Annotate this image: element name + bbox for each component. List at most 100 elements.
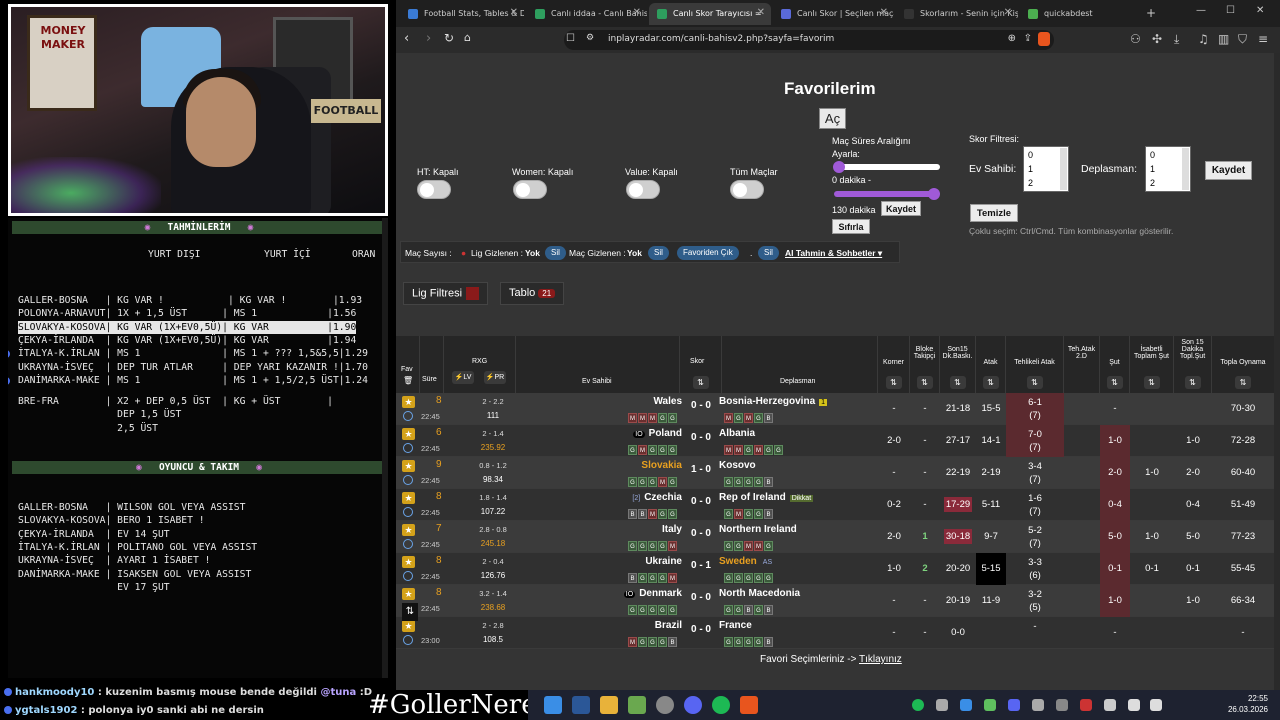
favorite-star-icon[interactable]: ★	[402, 492, 415, 504]
footer-favorites-link[interactable]: Favori Seçimleriniz -> Tıklayınız	[760, 654, 902, 665]
women-toggle[interactable]	[513, 180, 547, 199]
table-row[interactable]: ★ 8 22:45 2 - 2.2 111 Wales 0 - 0 Bosnia-Herzeg…	[396, 393, 1274, 425]
tab-close-icon[interactable]: ✕	[1004, 7, 1012, 18]
tray-icon[interactable]	[936, 699, 948, 711]
page-scrollbar[interactable]	[1274, 53, 1280, 690]
vpn-icon[interactable]: ⛉	[1238, 32, 1247, 47]
min-range-knob[interactable]	[833, 161, 845, 173]
tab-close-icon[interactable]: ✕	[510, 7, 518, 18]
tum-maclar-toggle[interactable]	[730, 180, 764, 199]
sort-topla-button[interactable]: ⇅	[1235, 376, 1251, 389]
tray-network-icon[interactable]	[1128, 699, 1140, 711]
sil-mac-button[interactable]: Sil	[648, 246, 669, 260]
sort-tehlikeli-button[interactable]: ⇅	[1026, 376, 1043, 389]
favorite-star-icon[interactable]: ★	[402, 396, 415, 408]
browser-tab[interactable]: Football Stats, Tables & D ✕	[400, 3, 524, 25]
favorite-star-icon[interactable]: ★	[402, 588, 415, 600]
menu-icon[interactable]: ≡	[1258, 32, 1268, 46]
favorite-star-icon[interactable]: ★	[402, 428, 415, 440]
tray-nvidia-icon[interactable]	[984, 699, 996, 711]
table-row[interactable]: ★ 9 22:45 0.8 - 1.2 98.34 Slovakia 1 - 0 Kosovo…	[396, 457, 1274, 489]
away-team[interactable]: Sweden AS	[719, 556, 774, 567]
brave-icon[interactable]	[740, 696, 758, 714]
home-team[interactable]: Slovakia	[641, 460, 682, 471]
tab-close-icon[interactable]: ✕	[757, 7, 765, 18]
bookmark-icon[interactable]: ☐	[566, 33, 575, 44]
clear-button[interactable]: Temizle	[970, 204, 1018, 222]
away-team[interactable]: France	[719, 620, 752, 631]
favoriden-cik-button[interactable]: Favoriden Çık	[677, 246, 739, 260]
max-range-slider[interactable]	[834, 191, 938, 197]
favorite-star-icon[interactable]: ★	[402, 524, 415, 536]
minimize-icon[interactable]: —	[1196, 5, 1206, 16]
table-row[interactable]: ★ 8 22:45 2 - 0.4 126.76 Ukraine 0 - 1 Sweden AS…	[396, 553, 1274, 585]
system-clock[interactable]: 22:55 26.03.2026	[1228, 693, 1268, 715]
browser-tab[interactable]: Skorlarım - Senin için Kişi ✕	[896, 3, 1018, 25]
sidebar-icon[interactable]: ▥	[1218, 32, 1229, 46]
home-team[interactable]: Wales	[653, 396, 682, 407]
away-score-list[interactable]: 012	[1145, 146, 1191, 192]
favorite-star-icon[interactable]: ★	[402, 460, 415, 472]
start-icon[interactable]	[544, 696, 562, 714]
value-toggle[interactable]	[626, 180, 660, 199]
open-button[interactable]: Aç	[819, 108, 846, 129]
save-score-filter-button[interactable]: Kaydet	[1205, 161, 1252, 180]
table-row[interactable]: ★ 23:00 2 - 2.8 108.5 Brazil 0 - 0 France M G G G B…	[396, 617, 1274, 649]
min-range-slider[interactable]	[834, 164, 940, 170]
sort-son15sut-button[interactable]: ⇅	[1184, 376, 1201, 389]
home-team[interactable]: [2] Czechia	[632, 492, 682, 503]
tray-spotify-icon[interactable]	[912, 699, 924, 711]
away-team[interactable]: North Macedonia	[719, 588, 800, 599]
away-team[interactable]: Rep of Ireland Dikkat	[719, 492, 814, 503]
tray-shield-icon[interactable]	[1032, 699, 1044, 711]
obs-icon[interactable]	[656, 696, 674, 714]
brave-shield-icon[interactable]	[1038, 32, 1050, 46]
browser-tab[interactable]: Canlı iddaa - Canlı Bahis ✕	[527, 3, 647, 25]
table-row[interactable]: ★ 8 22:45 1.8 - 1.4 107.22 [2] Czechia 0 - 0 Rep…	[396, 489, 1274, 521]
browser-tab[interactable]: Canlı Skor | Seçilen maça ✕	[773, 3, 894, 25]
sort-pr-button[interactable]: ⚡PR	[484, 371, 506, 384]
sil-fav-button[interactable]: Sil	[758, 246, 779, 260]
home-team[interactable]: IO Poland	[633, 428, 682, 439]
lig-filtresi-button[interactable]: Lig Filtresi	[403, 282, 489, 305]
sort-son15-button[interactable]: ⇅	[949, 376, 966, 389]
sort-atak-button[interactable]: ⇅	[982, 376, 999, 389]
home-icon[interactable]: ⌂	[464, 31, 471, 44]
address-bar[interactable]: ☐ ⚙ inplayradar.com/canli-bahisv2.php?sa…	[564, 30, 1054, 50]
share-icon[interactable]: ⇪	[1024, 33, 1032, 44]
max-range-knob[interactable]	[928, 188, 940, 200]
discord-icon[interactable]	[684, 696, 702, 714]
sort-skor-button[interactable]: ⇅	[692, 376, 709, 389]
table-row[interactable]: ★ 7 22:45 2.8 - 0.8 245.18 Italy 0 - 0 Northern…	[396, 521, 1274, 553]
tab-close-icon[interactable]: ✕	[633, 7, 641, 18]
ht-toggle[interactable]	[417, 180, 451, 199]
close-window-icon[interactable]: ✕	[1256, 5, 1264, 16]
reload-icon[interactable]: ↻	[444, 31, 454, 45]
tray-discord-icon[interactable]	[1008, 699, 1020, 711]
puzzle-icon[interactable]: ✣	[1152, 32, 1162, 46]
tray-steam-icon[interactable]	[1056, 699, 1068, 711]
forward-icon[interactable]: ›	[426, 31, 431, 46]
file-explorer-icon[interactable]	[600, 696, 618, 714]
home-score-list[interactable]: 012	[1023, 146, 1069, 192]
sort-isabetli-button[interactable]: ⇅	[1143, 376, 1160, 389]
reset-button[interactable]: Sıfırla	[832, 219, 870, 234]
ai-tahmin-dropdown[interactable]: AI Tahmin & Sohbetler ▾	[785, 248, 882, 259]
table-row[interactable]: ★ 6 22:45 2 - 1.4 235.92 IO Poland 0 - 0 Albania…	[396, 425, 1274, 457]
sort-lv-button[interactable]: ⚡LV	[452, 371, 474, 384]
tray-volume-icon[interactable]	[1150, 699, 1162, 711]
site-info-icon[interactable]: ⚙	[586, 33, 594, 43]
away-team[interactable]: Kosovo	[719, 460, 756, 471]
home-team[interactable]: Italy	[662, 524, 682, 535]
favorite-star-icon[interactable]: ★	[402, 620, 415, 632]
tab-close-icon[interactable]: ✕	[880, 7, 888, 18]
away-team[interactable]: Bosnia-Herzegovina 1	[719, 396, 828, 407]
away-team[interactable]: Northern Ireland	[719, 524, 797, 535]
notepad-icon[interactable]	[628, 696, 646, 714]
zoom-icon[interactable]: ⊕	[1008, 33, 1016, 44]
home-team[interactable]: IO Denmark	[623, 588, 682, 599]
extension-icon[interactable]: ⚇	[1130, 32, 1141, 46]
new-tab-icon[interactable]: +	[1146, 6, 1156, 20]
spotify-icon[interactable]	[712, 696, 730, 714]
back-icon[interactable]: ‹	[404, 31, 409, 46]
